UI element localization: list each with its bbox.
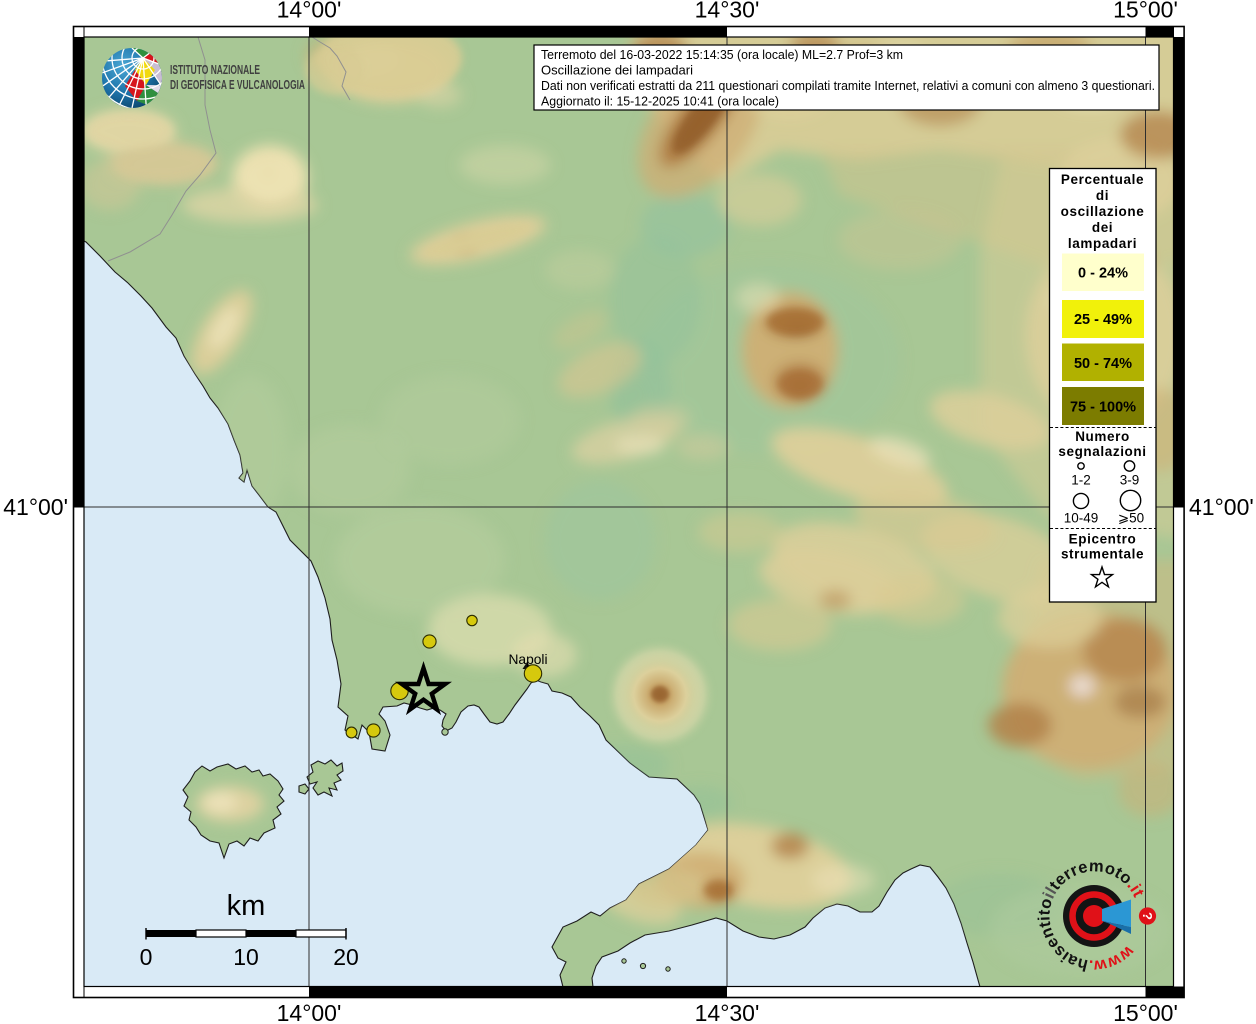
- svg-text:strumentale: strumentale: [1061, 547, 1144, 562]
- svg-text:DI GEOFISICA E VULCANOLOGIA: DI GEOFISICA E VULCANOLOGIA: [170, 78, 305, 92]
- svg-text:14°00': 14°00': [277, 0, 342, 23]
- svg-text:14°30': 14°30': [695, 1000, 760, 1024]
- svg-text:3-9: 3-9: [1120, 473, 1140, 488]
- svg-text:41°00': 41°00': [1189, 494, 1254, 520]
- svg-text:Oscillazione dei lampadari: Oscillazione dei lampadari: [541, 63, 693, 78]
- svg-text:Napoli: Napoli: [508, 652, 547, 667]
- svg-text:dei: dei: [1092, 220, 1113, 235]
- svg-text:50 - 74%: 50 - 74%: [1074, 356, 1132, 372]
- svg-text:15°00': 15°00': [1113, 1000, 1178, 1024]
- svg-text:1-2: 1-2: [1071, 473, 1091, 488]
- svg-text:ISTITUTO NAZIONALE: ISTITUTO NAZIONALE: [170, 63, 260, 77]
- svg-text:20: 20: [333, 944, 359, 970]
- svg-text:?: ?: [1140, 912, 1155, 920]
- svg-text:segnalazioni: segnalazioni: [1058, 444, 1146, 459]
- svg-text:km: km: [227, 890, 266, 922]
- svg-text:14°00': 14°00': [277, 1000, 342, 1024]
- svg-text:di: di: [1096, 188, 1109, 203]
- svg-text:25 - 49%: 25 - 49%: [1074, 312, 1132, 328]
- svg-text:0: 0: [140, 944, 153, 970]
- svg-text:Aggiornato il: 15-12-2025 10:4: Aggiornato il: 15-12-2025 10:41 (ora loc…: [541, 94, 779, 109]
- svg-text:10-49: 10-49: [1064, 511, 1099, 526]
- svg-text:15°00': 15°00': [1113, 0, 1178, 23]
- svg-text:Dati non verificati estratti d: Dati non verificati estratti da 211 ques…: [541, 78, 1155, 93]
- svg-text:oscillazione: oscillazione: [1061, 204, 1145, 219]
- svg-text:Percentuale: Percentuale: [1061, 172, 1144, 187]
- svg-text:75 - 100%: 75 - 100%: [1070, 400, 1136, 416]
- svg-text:0 - 24%: 0 - 24%: [1078, 266, 1128, 282]
- svg-text:14°30': 14°30': [695, 0, 760, 23]
- svg-text:Epicentro: Epicentro: [1069, 532, 1137, 547]
- svg-text:Numero: Numero: [1075, 429, 1130, 444]
- svg-text:lampadari: lampadari: [1068, 236, 1137, 251]
- svg-text:⩾50: ⩾50: [1118, 511, 1144, 526]
- svg-text:Terremoto del 16-03-2022 15:14: Terremoto del 16-03-2022 15:14:35 (ora l…: [541, 47, 903, 62]
- svg-text:10: 10: [233, 944, 259, 970]
- svg-text:41°00': 41°00': [3, 494, 68, 520]
